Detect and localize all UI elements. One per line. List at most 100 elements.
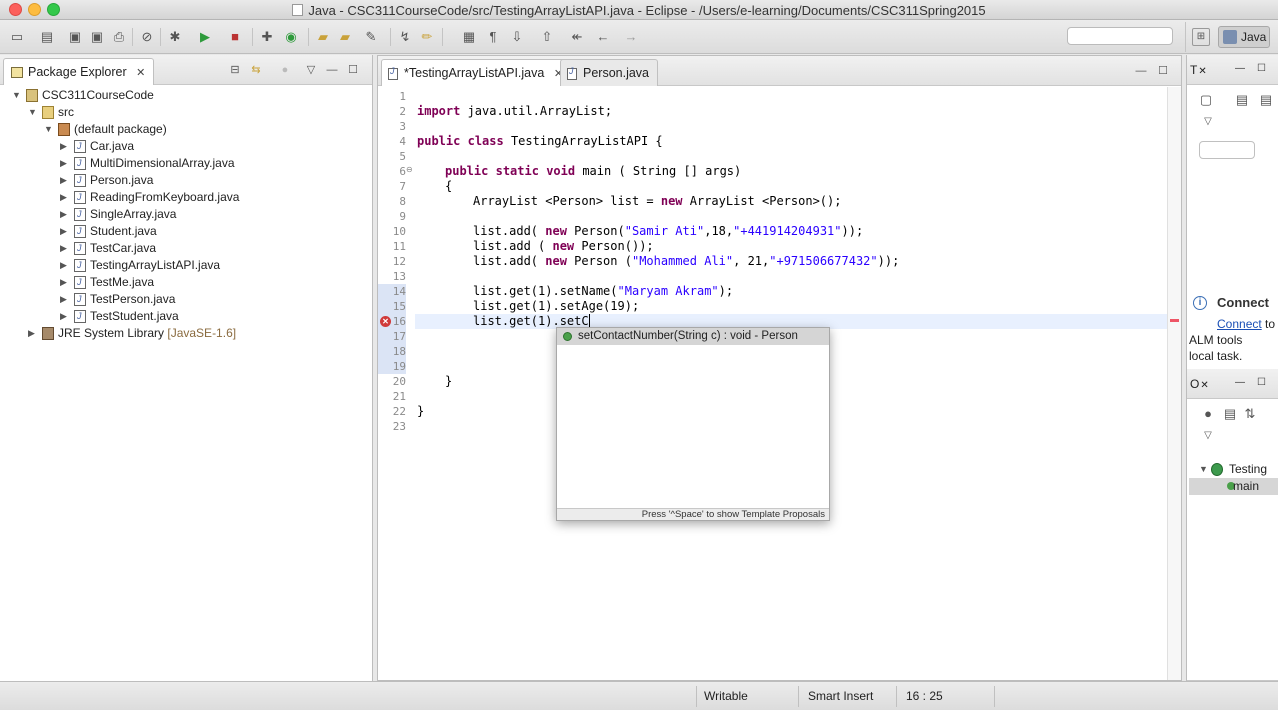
- close-icon[interactable]: ✕: [1198, 66, 1206, 77]
- collapsed-arrow-icon[interactable]: ▶: [28, 325, 38, 342]
- minimize-icon[interactable]: —: [325, 63, 339, 77]
- line-number: 11: [392, 240, 406, 253]
- collapse-all-icon[interactable]: ⊟: [228, 63, 242, 77]
- maximize-icon[interactable]: ☐: [1257, 64, 1267, 74]
- task-list-tab[interactable]: T✕: [1190, 63, 1207, 77]
- content-assist-proposal[interactable]: setContactNumber(String c) : void - Pers…: [557, 328, 829, 345]
- tree-item-label: Car.java: [90, 139, 135, 153]
- new-java-project-icon[interactable]: ✚: [258, 28, 276, 46]
- debug-icon[interactable]: ✱: [166, 28, 184, 46]
- expanded-arrow-icon[interactable]: ▼: [1199, 461, 1209, 478]
- close-icon[interactable]: ✕: [1200, 380, 1208, 391]
- new-icon[interactable]: ▭: [8, 28, 26, 46]
- code-line: }: [417, 404, 425, 418]
- categorize-icon[interactable]: ▤: [1233, 91, 1251, 109]
- open-perspective-icon[interactable]: ⊞: [1192, 28, 1210, 46]
- collapsed-arrow-icon[interactable]: ▶: [60, 240, 70, 257]
- outline-tab[interactable]: O✕: [1190, 377, 1209, 391]
- sort-icon[interactable]: ⇅: [1241, 405, 1259, 423]
- quick-access-input[interactable]: [1067, 27, 1173, 45]
- show-whitespace-icon[interactable]: ¶: [484, 28, 502, 46]
- package-explorer-tab[interactable]: Package Explorer ✕: [3, 58, 155, 85]
- perspective-label: Java: [1241, 30, 1267, 44]
- link-with-editor-icon[interactable]: ⇆: [249, 63, 263, 77]
- line-number: 8: [399, 195, 406, 208]
- view-menu-icon[interactable]: ▽: [304, 63, 318, 77]
- new-class-icon[interactable]: ◉: [282, 28, 300, 46]
- error-overview-mark[interactable]: [1170, 319, 1179, 322]
- search-icon[interactable]: ✎: [362, 28, 380, 46]
- toolbar-separator: [252, 28, 253, 46]
- collapsed-arrow-icon[interactable]: ▶: [60, 189, 70, 206]
- outline-class-label: Testing: [1229, 462, 1268, 476]
- collapse-icon[interactable]: ▤: [1257, 91, 1275, 109]
- code-line: list.add( new Person("Samir Ati",18,"+44…: [473, 224, 864, 238]
- expanded-arrow-icon[interactable]: ▼: [12, 87, 22, 104]
- editor-tab-person[interactable]: Person.java: [560, 59, 659, 86]
- line-number: 14: [378, 284, 406, 299]
- view-menu-icon[interactable]: ▽: [1199, 113, 1217, 131]
- next-annotation-icon[interactable]: ↯: [396, 28, 414, 46]
- library-version: [JavaSE-1.6]: [167, 326, 237, 340]
- minimize-icon[interactable]: —: [1235, 378, 1245, 388]
- collapsed-arrow-icon[interactable]: ▶: [60, 291, 70, 308]
- toggle-block-selection-icon[interactable]: ▦: [460, 28, 478, 46]
- editor-tab-label: Person.java: [583, 66, 650, 80]
- task-filter-input[interactable]: [1199, 141, 1255, 159]
- perspective-separator: [1185, 22, 1186, 52]
- collapsed-arrow-icon[interactable]: ▶: [60, 257, 70, 274]
- expanded-arrow-icon[interactable]: ▼: [44, 121, 54, 138]
- collapsed-arrow-icon[interactable]: ▶: [60, 308, 70, 325]
- last-edit-location-icon[interactable]: ↞: [568, 28, 586, 46]
- line-number: 1: [399, 90, 406, 103]
- maximize-icon[interactable]: ☐: [1257, 378, 1267, 388]
- java-perspective-button[interactable]: Java: [1218, 26, 1270, 48]
- collapsed-arrow-icon[interactable]: ▶: [60, 155, 70, 172]
- java-file-icon: [74, 155, 86, 172]
- skip-breakpoints-icon[interactable]: ⊘: [138, 28, 156, 46]
- hide-static-icon[interactable]: ▤: [1221, 405, 1239, 423]
- collapsed-arrow-icon[interactable]: ▶: [60, 206, 70, 223]
- print-icon[interactable]: ⎙: [110, 28, 128, 46]
- minimize-icon[interactable]: —: [1134, 64, 1148, 78]
- run-icon[interactable]: ▶: [196, 28, 214, 46]
- focus-icon[interactable]: ●: [278, 63, 292, 77]
- editor-tab-testingarraylistapi[interactable]: *TestingArrayListAPI.java ✕: [381, 59, 573, 86]
- new-dropdown-icon[interactable]: ▤: [38, 28, 56, 46]
- collapsed-arrow-icon[interactable]: ▶: [60, 138, 70, 155]
- back-icon[interactable]: ←: [594, 28, 612, 46]
- tree-item-label: src: [58, 105, 74, 119]
- content-assist-footer: Press '^Space' to show Template Proposal…: [557, 508, 829, 520]
- maximize-icon[interactable]: ☐: [346, 63, 360, 77]
- next-annotation-down-icon[interactable]: ⇩: [508, 28, 526, 46]
- save-all-icon[interactable]: ▣: [88, 28, 106, 46]
- maximize-icon[interactable]: ☐: [1156, 64, 1170, 78]
- line-number: 21: [392, 390, 406, 403]
- new-task-icon[interactable]: ▢: [1197, 91, 1215, 109]
- external-tools-icon[interactable]: ■: [226, 28, 244, 46]
- title-bar: Java - CSC311CourseCode/src/TestingArray…: [0, 0, 1278, 20]
- view-menu-icon[interactable]: ▽: [1199, 427, 1217, 445]
- fold-minus-icon[interactable]: ⊖: [406, 165, 413, 174]
- save-icon[interactable]: ▣: [66, 28, 84, 46]
- close-icon[interactable]: ✕: [136, 66, 145, 79]
- mark-occurrences-icon[interactable]: ✏: [418, 28, 436, 46]
- open-task-icon[interactable]: ▰: [336, 28, 354, 46]
- tree-item-label: SingleArray.java: [90, 207, 177, 221]
- java-file-icon: [74, 240, 86, 257]
- minimize-icon[interactable]: —: [1235, 64, 1245, 74]
- collapsed-arrow-icon[interactable]: ▶: [60, 172, 70, 189]
- collapsed-arrow-icon[interactable]: ▶: [60, 274, 70, 291]
- connect-link[interactable]: Connect: [1217, 317, 1262, 331]
- hide-fields-icon[interactable]: ●: [1199, 405, 1217, 423]
- error-marker-icon[interactable]: ✕: [380, 316, 391, 327]
- line-number: 23: [392, 420, 406, 433]
- overview-ruler[interactable]: [1167, 87, 1181, 680]
- outline-item-method[interactable]: main: [1189, 478, 1278, 495]
- previous-annotation-icon[interactable]: ⇧: [538, 28, 556, 46]
- line-number: 13: [392, 270, 406, 283]
- collapsed-arrow-icon[interactable]: ▶: [60, 223, 70, 240]
- open-type-icon[interactable]: ▰: [314, 28, 332, 46]
- forward-icon[interactable]: →: [622, 28, 640, 46]
- expanded-arrow-icon[interactable]: ▼: [28, 104, 38, 121]
